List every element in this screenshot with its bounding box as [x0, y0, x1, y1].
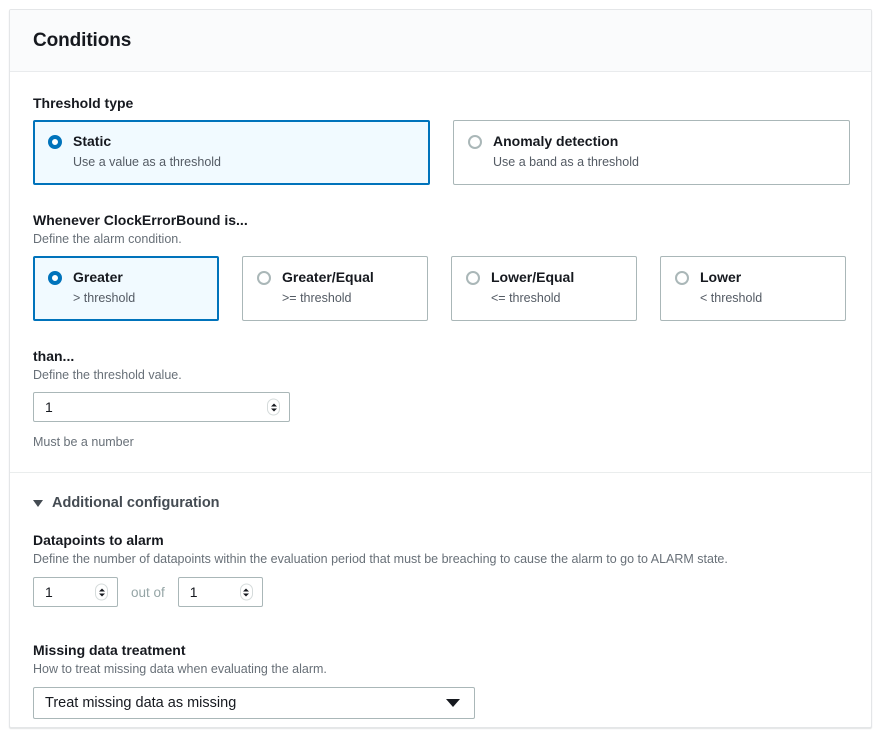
tile-text: Greater > threshold [73, 269, 135, 307]
tile-text: Anomaly detection Use a band as a thresh… [493, 133, 639, 171]
panel-header: Conditions [10, 10, 871, 72]
conditions-panel: Conditions Threshold type Static Use a v… [9, 9, 872, 728]
screen: Conditions Threshold type Static Use a v… [0, 0, 879, 743]
radio-icon[interactable] [48, 271, 62, 285]
condition-option-lower-equal[interactable]: Lower/Equal <= threshold [451, 256, 637, 321]
threshold-section: Threshold type Static Use a value as a t… [33, 72, 848, 472]
chevron-down-icon[interactable] [446, 699, 460, 707]
datapoints-to-alarm-description: Define the number of datapoints within t… [33, 551, 848, 568]
radio-icon[interactable] [48, 135, 62, 149]
condition-option-greater-equal[interactable]: Greater/Equal >= threshold [242, 256, 428, 321]
radio-icon[interactable] [257, 271, 271, 285]
number-stepper-icon[interactable] [95, 584, 108, 601]
tile-subtitle: <= threshold [491, 290, 574, 307]
tile-text: Lower/Equal <= threshold [491, 269, 574, 307]
condition-option-greater[interactable]: Greater > threshold [33, 256, 219, 321]
stepper-up-icon[interactable] [243, 588, 249, 591]
evaluation-periods-value-text: 1 [190, 578, 198, 606]
tile-subtitle: > threshold [73, 290, 135, 307]
stepper-down-icon[interactable] [243, 593, 249, 596]
datapoints-to-alarm-label: Datapoints to alarm [33, 531, 848, 549]
threshold-type-field: Threshold type Static Use a value as a t… [33, 94, 848, 185]
missing-data-treatment-select[interactable]: Treat missing data as missing [33, 687, 475, 719]
tile-title: Anomaly detection [493, 133, 618, 149]
tile-subtitle: >= threshold [282, 290, 374, 307]
radio-icon[interactable] [466, 271, 480, 285]
datapoints-value-text: 1 [45, 578, 53, 606]
panel-body: Threshold type Static Use a value as a t… [10, 72, 871, 728]
alarm-condition-options: Greater > threshold Greater/Equal >= thr… [33, 256, 848, 321]
tile-title: Static [73, 133, 111, 149]
threshold-value-text: 1 [45, 393, 53, 421]
datapoints-to-alarm-input[interactable]: 1 [33, 577, 118, 607]
tile-title: Lower [700, 269, 741, 285]
alarm-condition-description: Define the alarm condition. [33, 231, 848, 248]
threshold-type-label: Threshold type [33, 94, 848, 112]
missing-data-treatment-description: How to treat missing data when evaluatin… [33, 661, 848, 678]
tile-title: Lower/Equal [491, 269, 574, 285]
evaluation-periods-input[interactable]: 1 [178, 577, 263, 607]
out-of-label: out of [118, 585, 178, 600]
threshold-type-option-static[interactable]: Static Use a value as a threshold [33, 120, 430, 185]
tile-text: Lower < threshold [700, 269, 762, 307]
threshold-value-label: than... [33, 347, 848, 365]
condition-option-lower[interactable]: Lower < threshold [660, 256, 846, 321]
additional-configuration-section: Additional configuration Datapoints to a… [33, 473, 848, 728]
stepper-down-icon[interactable] [271, 408, 277, 411]
alarm-condition-label: Whenever ClockErrorBound is... [33, 211, 848, 229]
additional-configuration-label: Additional configuration [52, 495, 220, 511]
datapoints-to-alarm-field: Datapoints to alarm Define the number of… [33, 531, 848, 607]
number-stepper-icon[interactable] [240, 584, 253, 601]
tile-text: Static Use a value as a threshold [73, 133, 221, 171]
tile-text: Greater/Equal >= threshold [282, 269, 374, 307]
missing-data-treatment-label: Missing data treatment [33, 641, 848, 659]
page-title: Conditions [33, 30, 131, 52]
threshold-value-field: than... Define the threshold value. 1 Mu… [33, 347, 848, 450]
stepper-down-icon[interactable] [99, 593, 105, 596]
radio-icon[interactable] [468, 135, 482, 149]
stepper-up-icon[interactable] [99, 588, 105, 591]
threshold-value-hint: Must be a number [33, 434, 848, 450]
tile-subtitle: Use a band as a threshold [493, 154, 639, 171]
number-stepper-icon[interactable] [267, 399, 280, 416]
radio-icon[interactable] [675, 271, 689, 285]
missing-data-treatment-field: Missing data treatment How to treat miss… [33, 641, 848, 719]
missing-data-treatment-value: Treat missing data as missing [45, 695, 236, 711]
threshold-type-options: Static Use a value as a threshold Anomal… [33, 120, 848, 185]
tile-title: Greater [73, 269, 123, 285]
chevron-down-icon [33, 500, 43, 507]
stepper-up-icon[interactable] [271, 403, 277, 406]
tile-subtitle: Use a value as a threshold [73, 154, 221, 171]
additional-configuration-toggle[interactable]: Additional configuration [33, 495, 848, 511]
tile-subtitle: < threshold [700, 290, 762, 307]
datapoints-to-alarm-inputs: 1 out of 1 [33, 577, 848, 607]
threshold-value-input[interactable]: 1 [33, 392, 290, 422]
tile-title: Greater/Equal [282, 269, 374, 285]
threshold-type-option-anomaly-detection[interactable]: Anomaly detection Use a band as a thresh… [453, 120, 850, 185]
alarm-condition-field: Whenever ClockErrorBound is... Define th… [33, 211, 848, 321]
threshold-value-description: Define the threshold value. [33, 367, 848, 384]
